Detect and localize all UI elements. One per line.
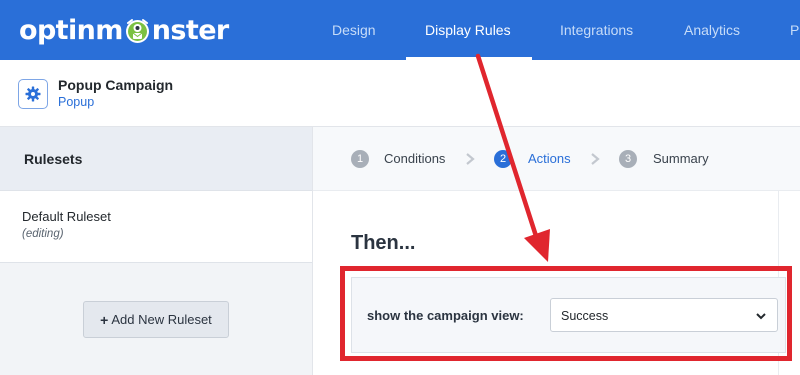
monster-mascot-icon (124, 17, 151, 44)
chevron-right-icon (466, 153, 475, 165)
step-summary[interactable]: Summary (653, 151, 709, 166)
logo-text-end: nster (151, 14, 229, 46)
step-conditions[interactable]: Conditions (384, 151, 445, 166)
campaign-header: Popup Campaign Popup (0, 60, 800, 127)
add-new-ruleset-label: Add New Ruleset (111, 312, 212, 327)
nav-tab-display-rules[interactable]: Display Rules (425, 0, 511, 60)
gear-icon (25, 86, 41, 102)
rulesets-sidebar: Rulesets Default Ruleset (editing) + Add… (0, 127, 313, 375)
step-1-number[interactable]: 1 (351, 150, 369, 168)
rulesets-header: Rulesets (0, 127, 312, 191)
step-actions[interactable]: Actions (528, 151, 571, 166)
nav-tab-integrations[interactable]: Integrations (560, 0, 633, 60)
optinmonster-logo[interactable]: optinm nster (19, 11, 229, 49)
logo-text-start: optinm (19, 14, 123, 46)
campaign-type: Popup (58, 95, 95, 109)
ruleset-name: Default Ruleset (22, 209, 111, 224)
step-2-number[interactable]: 2 (494, 150, 512, 168)
rule-steps-bar: 1 Conditions 2 Actions 3 Summary (313, 127, 800, 191)
rulesets-heading: Rulesets (24, 151, 83, 167)
plus-icon: + (100, 311, 109, 328)
nav-tab-publish[interactable]: P (790, 0, 799, 60)
ruleset-item-default[interactable]: Default Ruleset (editing) (0, 191, 312, 263)
actions-heading: Then... (351, 232, 416, 254)
campaign-settings-button[interactable] (18, 79, 48, 109)
campaign-title: Popup Campaign (58, 77, 174, 93)
add-new-ruleset-button[interactable]: + Add New Ruleset (83, 301, 229, 338)
highlight-box (340, 266, 792, 361)
step-3-number[interactable]: 3 (619, 150, 637, 168)
nav-tab-analytics[interactable]: Analytics (684, 0, 740, 60)
top-navigation-bar: optinm nster Design Display Rules Integr… (0, 0, 800, 60)
ruleset-status: (editing) (22, 228, 64, 240)
nav-tab-design[interactable]: Design (332, 0, 376, 60)
chevron-right-icon (591, 153, 600, 165)
